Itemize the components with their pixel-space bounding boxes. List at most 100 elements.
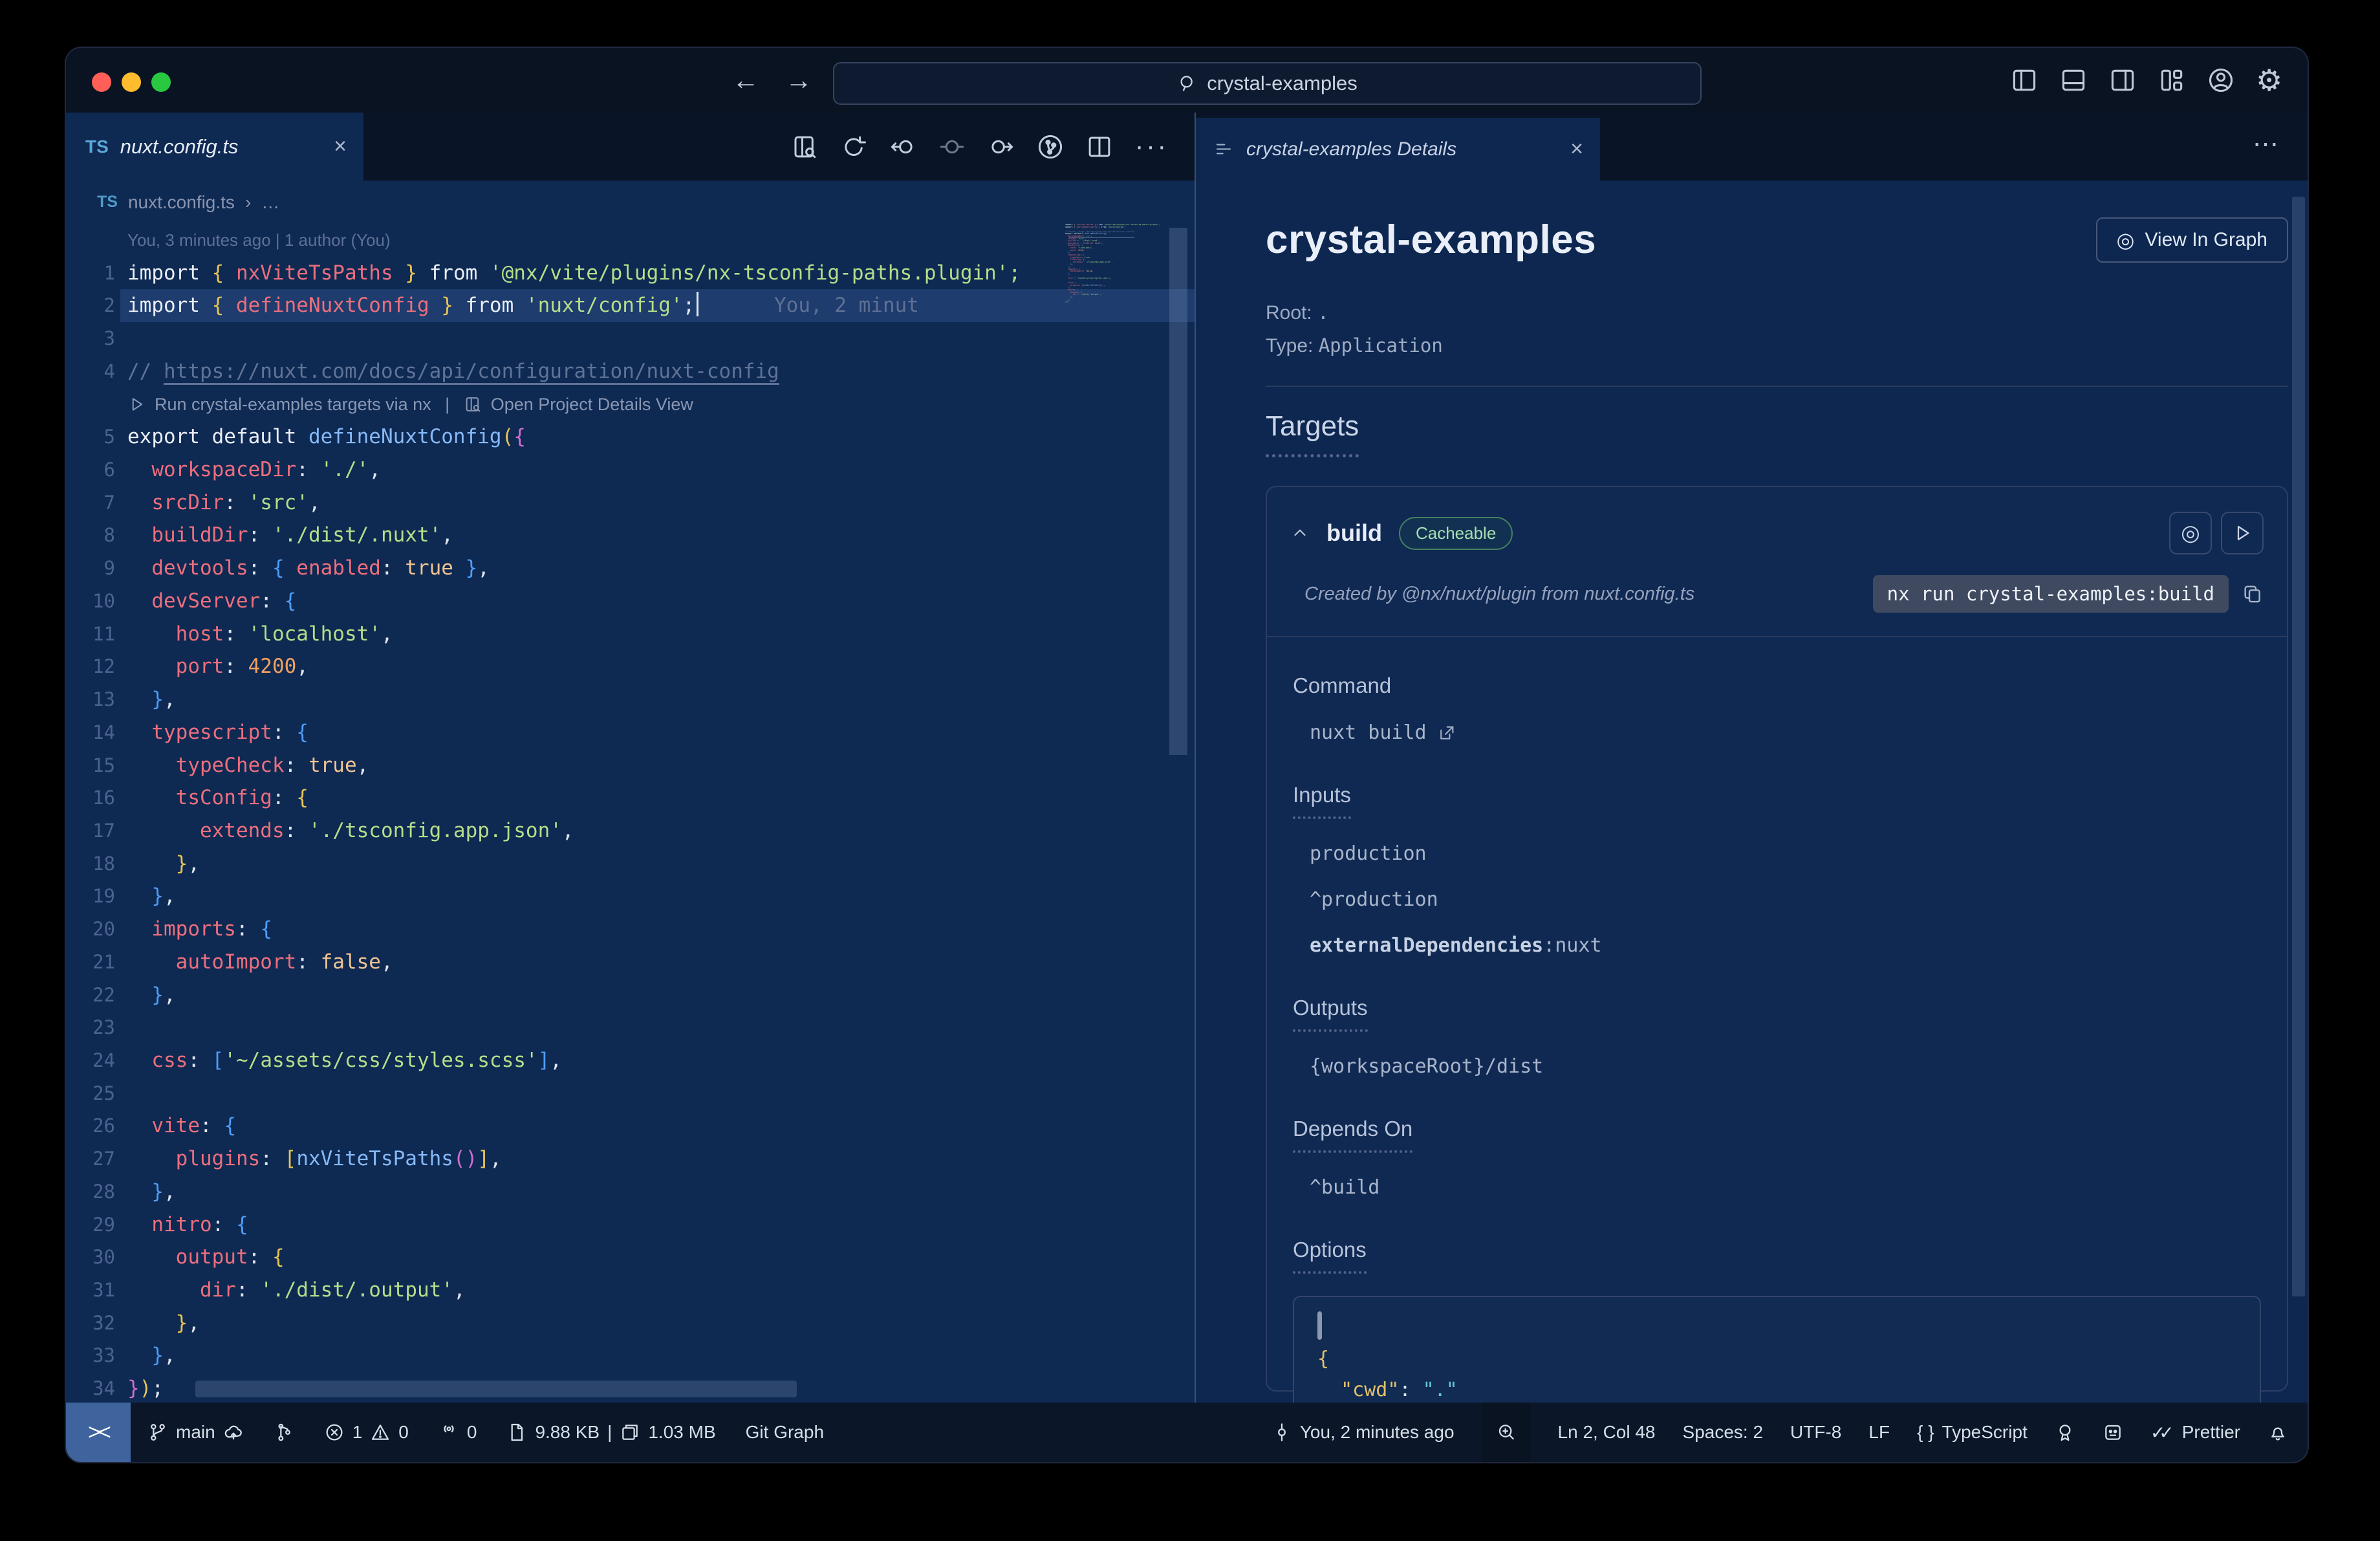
extension-status-icon[interactable] [2103,1422,2123,1443]
code-line[interactable]: 32 }, [66,1307,1195,1340]
code-line[interactable]: 8 buildDir: './dist/.nuxt', [66,519,1195,552]
view-target-in-graph-button[interactable]: ◎ [2169,512,2212,554]
git-branch-status[interactable]: main [147,1422,244,1443]
blame-row[interactable]: You, 3 minutes ago | 1 author (You) [66,224,1195,257]
refresh-icon[interactable] [840,133,867,160]
code-line[interactable]: 23 [66,1011,1195,1044]
toggle-primary-sidebar-icon[interactable] [2010,66,2039,94]
code-line[interactable]: 4// https://nuxt.com/docs/api/configurat… [66,355,1195,388]
panel-more-actions-icon[interactable]: ⋯ [2253,129,2280,159]
prettier-status[interactable]: ✓✓ Prettier [2150,1422,2240,1443]
split-editor-icon[interactable] [1086,133,1113,160]
notifications-bell-icon[interactable] [2267,1422,2288,1443]
code-line[interactable]: 34}); [66,1372,1195,1405]
nx-run-command-chip[interactable]: nx run crystal-examples:build [1872,575,2229,613]
code-line[interactable]: 28 }, [66,1175,1195,1208]
view-in-graph-button[interactable]: ◎ View In Graph [2095,217,2288,263]
gitlens-status-icon[interactable] [2055,1422,2075,1443]
editor-more-actions-icon[interactable]: ··· [1135,132,1169,161]
breadcrumb[interactable]: TS nuxt.config.ts › … [66,180,1195,224]
file-history-icon[interactable] [1037,133,1064,160]
code-line[interactable]: 9 devtools: { enabled: true }, [66,552,1195,585]
tab-close-icon[interactable]: × [1570,137,1583,162]
line-number: 15 [92,754,115,776]
code-line[interactable]: 25 [66,1077,1195,1110]
zoom-status[interactable] [1481,1403,1531,1462]
options-cursor [1317,1311,1322,1340]
tab-close-icon[interactable]: × [334,134,347,159]
customize-layout-icon[interactable] [2158,66,2186,94]
braces-icon: { } [1917,1422,1934,1442]
code-line[interactable]: 30 output: { [66,1241,1195,1274]
options-json-editor[interactable]: { "cwd": "." } [1293,1296,2261,1405]
code-line[interactable]: 14 typescript: { [66,716,1195,749]
code-line[interactable]: 17 extends: './tsconfig.app.json', [66,814,1195,847]
blame-status[interactable]: You, 2 minutes ago [1271,1422,1455,1443]
navigate-forward-button[interactable]: → [785,63,812,97]
next-change-icon[interactable] [988,133,1015,160]
copy-icon[interactable] [2242,583,2264,605]
command-center-search[interactable]: crystal-examples [833,62,1702,105]
language-status[interactable]: { } TypeScript [1917,1422,2028,1443]
account-icon[interactable] [2207,66,2235,94]
git-graph-button[interactable] [274,1422,294,1443]
code-line[interactable]: 1 import { nxViteTsPaths } from '@nx/vite… [66,257,1195,290]
line-number: 12 [92,655,115,678]
encoding-status[interactable]: UTF-8 [1790,1422,1841,1443]
file-size-status[interactable]: 9.88 KB | 1.03 MB [506,1422,716,1443]
code-line[interactable]: 15 typeCheck: true, [66,749,1195,782]
code-line[interactable]: 3 [66,322,1195,355]
breadcrumb-more[interactable]: … [261,192,279,213]
code-line[interactable]: 18 }, [66,847,1195,880]
panel-scrollbar[interactable] [2292,197,2305,1296]
code-line[interactable]: 20 imports: { [66,913,1195,946]
window-minimize-button[interactable] [122,72,141,92]
problems-status[interactable]: 1 0 [324,1422,409,1443]
code-line[interactable]: 24 css: ['~/assets/css/styles.scss'], [66,1044,1195,1077]
toggle-secondary-sidebar-icon[interactable] [2108,66,2137,94]
window-zoom-button[interactable] [151,72,171,92]
external-link-icon[interactable] [1437,723,1456,743]
code-editor[interactable]: You, 3 minutes ago | 1 author (You) 1 impo… [66,224,1195,1405]
tab-nuxt-config[interactable]: TS nuxt.config.ts × [66,113,363,180]
remote-indicator-button[interactable]: >< [66,1403,131,1462]
code-line[interactable]: 31 dir: './dist/.output', [66,1274,1195,1307]
git-graph-label-button[interactable]: Git Graph [746,1422,824,1443]
codelens-run-link[interactable]: Run crystal-examples targets via nx [155,388,431,421]
code-line[interactable]: 11 host: 'localhost', [66,618,1195,651]
run-target-button[interactable] [2221,512,2264,554]
editor-tab-strip: TS nuxt.config.ts × ··· [66,113,1195,180]
navigate-back-button[interactable]: ← [732,63,759,97]
code-line[interactable]: 21 autoImport: false, [66,946,1195,979]
code-line[interactable]: 6 workspaceDir: './', [66,454,1195,486]
previous-change-icon[interactable] [889,133,916,160]
editor-panel-divider[interactable] [1195,113,1196,1403]
code-line[interactable]: 12 port: 4200, [66,650,1195,683]
code-line[interactable]: 5 export default defineNuxtConfig({ [66,421,1195,454]
code-line[interactable]: 7 srcDir: 'src', [66,486,1195,519]
code-line[interactable]: 13 }, [66,683,1195,716]
collapse-chevron-icon[interactable] [1290,523,1310,543]
code-line[interactable]: 10 devServer: { [66,585,1195,618]
codelens-row[interactable]: Run crystal-examples targets via nx | Op… [66,388,1195,421]
code-line[interactable]: 33 }, [66,1339,1195,1372]
eol-status[interactable]: LF [1868,1422,1890,1443]
tab-project-details[interactable]: crystal-examples Details × [1196,118,1600,180]
code-line[interactable]: 2 import { defineNuxtConfig } from 'nuxt/… [66,289,1195,322]
open-project-details-icon[interactable] [791,133,818,160]
indentation-status[interactable]: Spaces: 2 [1683,1422,1764,1443]
codelens-open-details-link[interactable]: Open Project Details View [491,388,693,421]
code-line[interactable]: 27 plugins: [nxViteTsPaths()], [66,1142,1195,1175]
target-name[interactable]: build [1326,519,1382,547]
code-line[interactable]: 29 nitro: { [66,1208,1195,1241]
code-line[interactable]: 16 tsConfig: { [66,781,1195,814]
code-line[interactable]: 19 }, [66,880,1195,913]
ports-status[interactable]: 0 [438,1422,477,1443]
breadcrumb-file[interactable]: nuxt.config.ts [128,192,235,213]
code-line[interactable]: 22 }, [66,979,1195,1012]
cursor-position-status[interactable]: Ln 2, Col 48 [1558,1422,1656,1443]
window-close-button[interactable] [92,72,111,92]
code-line[interactable]: 26 vite: { [66,1109,1195,1142]
toggle-panel-icon[interactable] [2059,66,2088,94]
settings-gear-icon[interactable]: ⚙ [2256,65,2284,95]
